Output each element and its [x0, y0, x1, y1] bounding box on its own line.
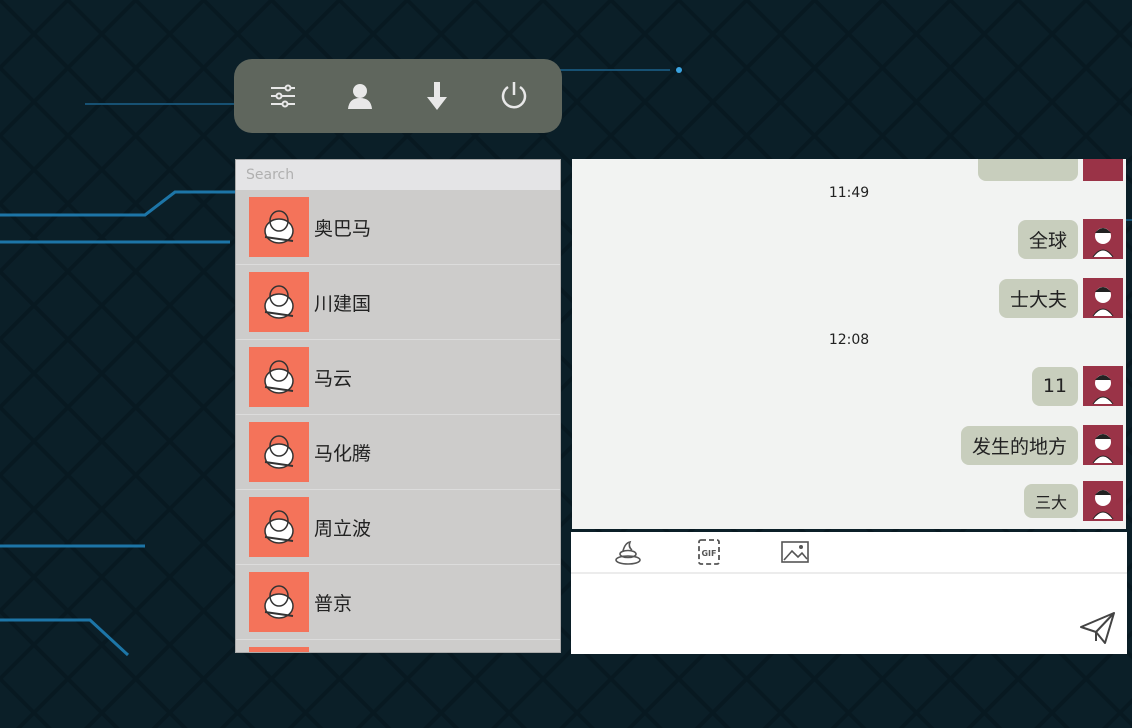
- time-divider: 12:08: [828, 332, 870, 348]
- contact-avatar: [249, 422, 309, 482]
- contact-name: 马云: [314, 367, 353, 390]
- contact-name: 普京: [314, 592, 353, 615]
- svg-text:GIF: GIF: [701, 549, 716, 558]
- contact-avatar: [249, 347, 309, 407]
- contact-name: 奥巴马: [314, 217, 372, 240]
- message-row-partial: [978, 159, 1123, 181]
- gif-icon: GIF: [698, 539, 720, 565]
- contact-item-partial[interactable]: [236, 640, 560, 652]
- search-input[interactable]: [236, 160, 560, 190]
- top-toolbar: [234, 59, 562, 133]
- contact-item[interactable]: 川建国: [236, 265, 560, 340]
- download-icon: [426, 82, 447, 110]
- message-avatar: [1083, 278, 1123, 318]
- message-row: 11: [1031, 366, 1123, 406]
- message-avatar: [1083, 425, 1123, 465]
- contact-avatar: [249, 197, 309, 257]
- message-row: 三大: [1023, 481, 1123, 521]
- composer-toolbar: GIF: [571, 532, 1127, 574]
- contact-item[interactable]: 周立波: [236, 490, 560, 565]
- send-button[interactable]: [1079, 611, 1117, 645]
- power-button[interactable]: [490, 72, 538, 120]
- message-bubble: 11: [1031, 366, 1078, 406]
- user-face-icon: [1092, 434, 1114, 464]
- emoji-poop-icon: [615, 540, 641, 565]
- contact-name: 川建国: [314, 292, 372, 315]
- cartoon-avatar-icon: [264, 435, 294, 469]
- cartoon-avatar-icon: [264, 210, 294, 244]
- message-bubble-partial: [978, 159, 1078, 181]
- profile-button[interactable]: [336, 72, 384, 120]
- message-avatar: [1083, 481, 1123, 521]
- message-composer: GIF: [571, 532, 1127, 654]
- message-avatar: [1083, 219, 1123, 259]
- message-bubble: 三大: [1023, 484, 1078, 518]
- message-avatar: [1083, 159, 1123, 181]
- user-face-icon: [1092, 490, 1114, 520]
- contact-avatar: [249, 572, 309, 632]
- cartoon-avatar-icon: [264, 285, 294, 319]
- message-row: 士大夫: [998, 278, 1123, 318]
- message-input[interactable]: [571, 576, 1055, 654]
- paper-plane-icon: [1080, 612, 1115, 644]
- contact-item[interactable]: 马云: [236, 340, 560, 415]
- contact-avatar: [249, 647, 309, 652]
- contact-list: 奥巴马川建国马云马化腾周立波普京: [236, 190, 560, 652]
- message-bubble: 士大夫: [998, 278, 1078, 318]
- contact-name: 马化腾: [314, 442, 372, 465]
- contact-item[interactable]: 马化腾: [236, 415, 560, 490]
- cartoon-avatar-icon: [264, 510, 294, 544]
- message-avatar: [1083, 366, 1123, 406]
- contact-item[interactable]: 奥巴马: [236, 190, 560, 265]
- contact-list-panel: 奥巴马川建国马云马化腾周立波普京: [235, 159, 561, 653]
- cartoon-avatar-icon: [264, 585, 294, 619]
- cartoon-avatar-icon: [264, 360, 294, 394]
- image-icon: [781, 541, 809, 563]
- contact-avatar: [249, 272, 309, 332]
- contact-avatar: [249, 497, 309, 557]
- time-divider: 11:49: [828, 185, 870, 201]
- contact-item[interactable]: 普京: [236, 565, 560, 640]
- gif-button[interactable]: GIF: [695, 538, 725, 566]
- message-bubble: 发生的地方: [960, 425, 1078, 465]
- image-button[interactable]: [780, 538, 810, 566]
- user-face-icon: [1092, 228, 1114, 258]
- message-bubble: 全球: [1017, 219, 1078, 259]
- user-icon: [347, 84, 372, 109]
- message-row: 全球: [1017, 219, 1123, 259]
- emoji-button[interactable]: [613, 538, 643, 566]
- contact-name: 周立波: [314, 517, 372, 540]
- message-row: 发生的地方: [960, 425, 1123, 465]
- chat-history: 11:49 全球 士大夫 12:08 11 发生的地方 三大: [572, 159, 1126, 529]
- power-icon: [501, 82, 526, 109]
- settings-sliders-icon: [270, 84, 295, 108]
- user-face-icon: [1092, 375, 1114, 405]
- download-button[interactable]: [413, 72, 461, 120]
- settings-button[interactable]: [259, 72, 307, 120]
- user-face-icon: [1092, 287, 1114, 317]
